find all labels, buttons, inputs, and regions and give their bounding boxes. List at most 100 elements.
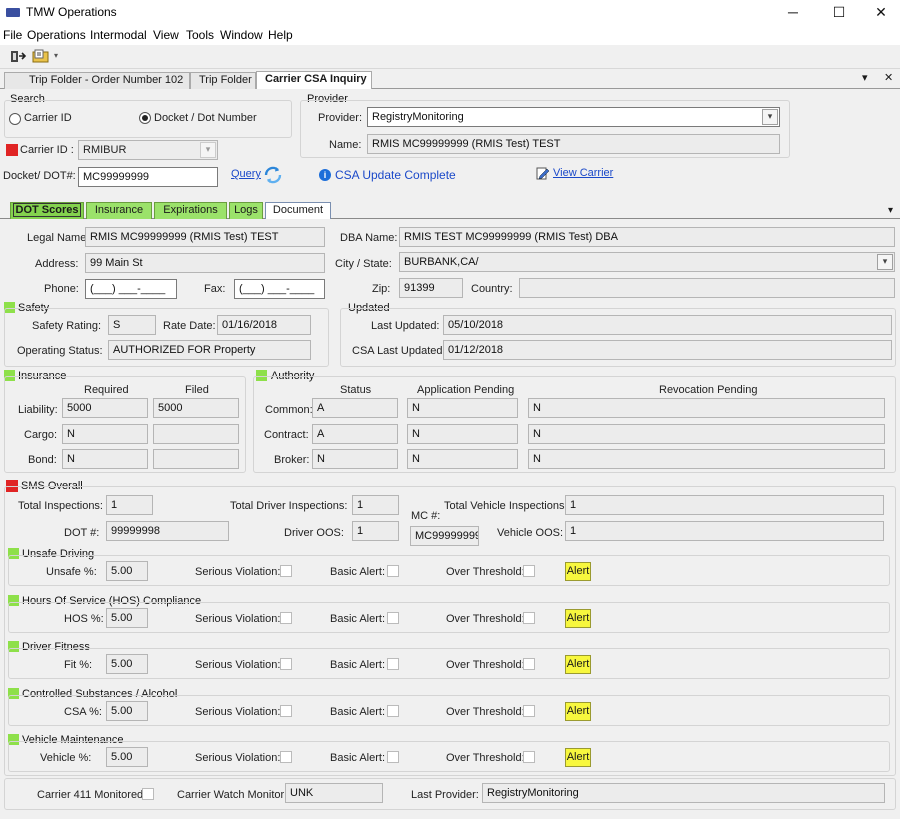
- tab-logs[interactable]: Logs: [229, 202, 263, 219]
- tab-close-icon[interactable]: ✕: [884, 71, 893, 84]
- total-inspections-field: 1: [106, 495, 153, 515]
- phone-label: Phone:: [44, 283, 79, 295]
- operating-status-field: AUTHORIZED FOR Property: [108, 340, 311, 360]
- carrier-411-checkbox[interactable]: [142, 788, 154, 800]
- phone-field[interactable]: (___) ___-____: [85, 279, 177, 299]
- docket-field[interactable]: MC99999999: [78, 167, 218, 187]
- open-folder-icon[interactable]: [32, 49, 50, 64]
- tab-trip-folder[interactable]: Trip Folder: [190, 72, 256, 89]
- controlled-substances-percent-label: CSA %:: [64, 706, 102, 718]
- tab-carrier-csa-inquiry[interactable]: Carrier CSA Inquiry: [256, 71, 372, 90]
- docket-radio-label: Docket / Dot Number: [154, 112, 257, 124]
- menu-window[interactable]: Window: [220, 28, 263, 42]
- zip-field: 91399: [399, 278, 463, 298]
- menu-help[interactable]: Help: [268, 28, 293, 42]
- vehicle-maintenance-serious-violation-checkbox[interactable]: [280, 751, 292, 763]
- unsafe-driving-percent-field: 5.00: [106, 561, 148, 581]
- hos-compliance-over-threshold-checkbox[interactable]: [523, 612, 535, 624]
- controlled-substances-basic-alert-checkbox[interactable]: [387, 705, 399, 717]
- city-state-dropdown-icon[interactable]: ▾: [877, 254, 893, 270]
- common-status-field: A: [312, 398, 398, 418]
- hos-compliance-percent-label: HOS %:: [64, 613, 104, 625]
- menu-view[interactable]: View: [153, 28, 179, 42]
- driver-fitness-over-threshold-checkbox[interactable]: [523, 658, 535, 670]
- unsafe-driving-basic-alert-checkbox[interactable]: [387, 565, 399, 577]
- tab-dot-scores[interactable]: DOT Scores: [10, 202, 84, 219]
- provider-select[interactable]: RegistryMonitoring: [367, 107, 780, 127]
- total-inspections-label: Total Inspections:: [18, 500, 103, 512]
- csa-last-updated-label: CSA Last Updated:: [352, 345, 446, 357]
- insurance-filed-header: Filed: [185, 384, 209, 396]
- fax-field[interactable]: (___) ___-____: [234, 279, 325, 299]
- hos-compliance-alert-badge: Alert: [565, 609, 591, 628]
- unsafe-driving-serious-violation-label: Serious Violation:: [195, 566, 281, 578]
- tab-trip-folder-order[interactable]: Trip Folder - Order Number 102: [4, 72, 190, 89]
- menu-intermodal[interactable]: Intermodal: [90, 28, 147, 42]
- menu-bar: File Operations Intermodal View Tools Wi…: [0, 26, 900, 45]
- controlled-substances-percent-field: 5.00: [106, 701, 148, 721]
- view-carrier-link[interactable]: View Carrier: [553, 167, 613, 179]
- info-icon: i: [319, 169, 331, 181]
- unsafe-driving-alert-badge: Alert: [565, 562, 591, 581]
- cargo-label: Cargo:: [24, 429, 58, 441]
- unsafe-driving-over-threshold-checkbox[interactable]: [523, 565, 535, 577]
- tab-list-dropdown[interactable]: ▾: [862, 71, 868, 84]
- menu-file[interactable]: File: [3, 28, 22, 42]
- menu-tools[interactable]: Tools: [186, 28, 214, 42]
- last-provider-field: RegistryMonitoring: [482, 783, 885, 803]
- menu-operations[interactable]: Operations: [27, 28, 86, 42]
- unsafe-driving-over-threshold-label: Over Threshold:: [446, 566, 525, 578]
- controlled-substances-serious-violation-checkbox[interactable]: [280, 705, 292, 717]
- carrier-id-radio-label: Carrier ID: [24, 112, 72, 124]
- tab-document[interactable]: Document: [265, 202, 331, 219]
- hos-compliance-basic-alert-checkbox[interactable]: [387, 612, 399, 624]
- insurance-required-header: Required: [84, 384, 129, 396]
- maximize-button[interactable]: ☐: [816, 0, 862, 26]
- tab-expirations[interactable]: Expirations: [154, 202, 227, 219]
- hos-compliance-serious-violation-checkbox[interactable]: [280, 612, 292, 624]
- driver-oos-label: Driver OOS:: [284, 527, 344, 539]
- total-driver-inspections-field: 1: [352, 495, 399, 515]
- controlled-substances-over-threshold-label: Over Threshold:: [446, 706, 525, 718]
- docket-radio[interactable]: [139, 112, 151, 124]
- carrier-id-radio[interactable]: [9, 113, 21, 125]
- controlled-substances-serious-violation-label: Serious Violation:: [195, 706, 281, 718]
- provider-name-label: Name:: [329, 139, 362, 151]
- controlled-substances-alert-badge: Alert: [565, 702, 591, 721]
- carrier-id-field[interactable]: RMIBUR: [78, 140, 218, 160]
- controlled-substances-over-threshold-checkbox[interactable]: [523, 705, 535, 717]
- vehicle-oos-field: 1: [565, 521, 884, 541]
- unsafe-driving-serious-violation-checkbox[interactable]: [280, 565, 292, 577]
- city-state-select[interactable]: BURBANK,CA/: [399, 252, 895, 272]
- zip-label: Zip:: [372, 283, 391, 295]
- subtab-overflow-icon[interactable]: ▾: [888, 205, 893, 216]
- legal-name-label: Legal Name:: [27, 232, 90, 244]
- fax-label: Fax:: [204, 283, 226, 295]
- title-bar: TMW Operations ─ ☐ ✕: [0, 0, 900, 26]
- tab-insurance[interactable]: Insurance: [86, 202, 152, 219]
- minimize-button[interactable]: ─: [770, 0, 816, 26]
- driver-fitness-serious-violation-label: Serious Violation:: [195, 659, 281, 671]
- legal-name-field: RMIS MC99999999 (RMIS Test) TEST: [85, 227, 325, 247]
- toolbar-overflow-icon[interactable]: ▾: [54, 51, 58, 60]
- vehicle-maintenance-basic-alert-checkbox[interactable]: [387, 751, 399, 763]
- carrier-id-dropdown-icon[interactable]: ▾: [200, 142, 216, 158]
- rate-date-label: Rate Date:: [163, 320, 216, 332]
- edit-icon[interactable]: [536, 166, 550, 180]
- driver-fitness-basic-alert-checkbox[interactable]: [387, 658, 399, 670]
- driver-fitness-serious-violation-checkbox[interactable]: [280, 658, 292, 670]
- address-field: 99 Main St: [85, 253, 325, 273]
- controlled-substances-basic-alert-label: Basic Alert:: [330, 706, 386, 718]
- vehicle-oos-label: Vehicle OOS:: [497, 527, 564, 539]
- cargo-required-field: N: [62, 424, 148, 444]
- csa-status-text: CSA Update Complete: [335, 168, 456, 182]
- dba-name-field: RMIS TEST MC99999999 (RMIS Test) DBA: [399, 227, 895, 247]
- driver-fitness-over-threshold-label: Over Threshold:: [446, 659, 525, 671]
- total-vehicle-inspections-field: 1: [565, 495, 884, 515]
- exit-icon[interactable]: [10, 49, 28, 64]
- query-link[interactable]: Query: [231, 168, 261, 180]
- close-button[interactable]: ✕: [858, 0, 900, 26]
- refresh-icon[interactable]: [262, 165, 284, 185]
- vehicle-maintenance-over-threshold-checkbox[interactable]: [523, 751, 535, 763]
- provider-dropdown-icon[interactable]: ▾: [762, 109, 778, 125]
